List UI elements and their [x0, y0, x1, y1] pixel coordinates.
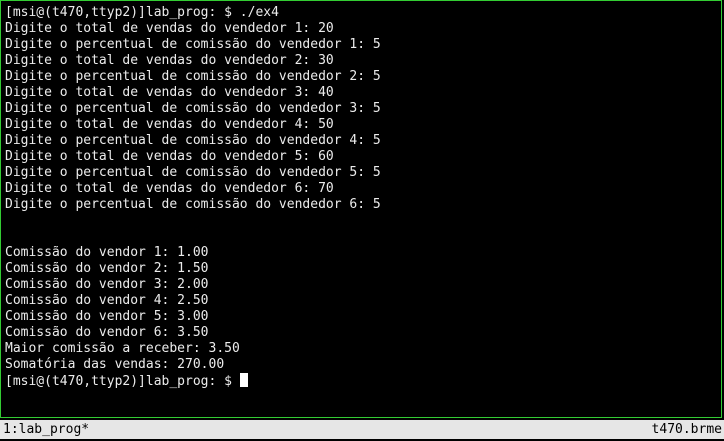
- terminal-line: Digite o percentual de comissão do vende…: [5, 165, 381, 180]
- terminal-line: Digite o total de vendas do vendedor 5: …: [5, 149, 334, 164]
- terminal-line: Digite o total de vendas do vendedor 2: …: [5, 53, 334, 68]
- terminal-line: Somatória das vendas: 270.00: [5, 357, 225, 372]
- terminal-line: Comissão do vendor 5: 3.00: [5, 309, 209, 324]
- screen: [msi@(t470,ttyp2)]lab_prog: $ ./ex4 Digit…: [0, 0, 724, 441]
- terminal-line: [msi@(t470,ttyp2)]lab_prog: $ ./ex4: [5, 5, 279, 20]
- terminal-line: Digite o percentual de comissão do vende…: [5, 37, 381, 52]
- terminal-line: Digite o total de vendas do vendedor 3: …: [5, 85, 334, 100]
- terminal-line: Digite o percentual de comissão do vende…: [5, 197, 381, 212]
- prompt-line[interactable]: [msi@(t470,ttyp2)]lab_prog: $: [5, 373, 381, 389]
- terminal-line: Digite o percentual de comissão do vende…: [5, 69, 381, 84]
- terminal-line: Maior comissão a receber: 3.50: [5, 341, 240, 356]
- terminal-line: Digite o percentual de comissão do vende…: [5, 101, 381, 116]
- status-bar: 1:lab_prog* t470.brme: [0, 420, 724, 439]
- terminal-line: Digite o total de vendas do vendedor 4: …: [5, 117, 334, 132]
- terminal-line: Comissão do vendor 6: 3.50: [5, 325, 209, 340]
- terminal-line: Comissão do vendor 3: 2.00: [5, 277, 209, 292]
- terminal-line: Comissão do vendor 2: 1.50: [5, 261, 209, 276]
- status-window-name[interactable]: 1:lab_prog*: [3, 420, 89, 439]
- terminal-line: Digite o total de vendas do vendedor 1: …: [5, 21, 334, 36]
- terminal-line: Digite o percentual de comissão do vende…: [5, 133, 381, 148]
- prompt-text: [msi@(t470,ttyp2)]lab_prog: $: [5, 374, 240, 389]
- status-hostname: t470.brme: [651, 422, 722, 437]
- terminal-line: Comissão do vendor 4: 2.50: [5, 293, 209, 308]
- cursor-block: [239, 373, 248, 387]
- terminal-line: Digite o total de vendas do vendedor 6: …: [5, 181, 334, 196]
- terminal-window[interactable]: [msi@(t470,ttyp2)]lab_prog: $ ./ex4 Digit…: [0, 0, 722, 418]
- terminal-line: Comissão do vendor 1: 1.00: [5, 245, 209, 260]
- terminal-output: [msi@(t470,ttyp2)]lab_prog: $ ./ex4 Digit…: [5, 5, 381, 389]
